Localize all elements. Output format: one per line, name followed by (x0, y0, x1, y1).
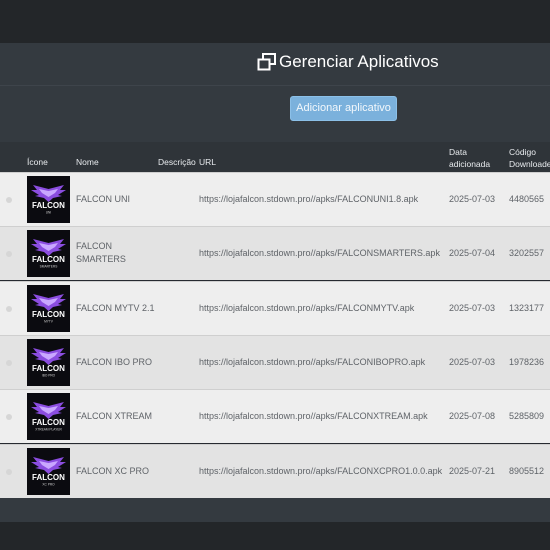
falcon-logo-icon: FALCON IBO PRO (27, 338, 70, 386)
logo-subtitle: UNI (46, 211, 52, 215)
downloader-code: 5285809 (509, 411, 545, 422)
downloader-code: 1323177 (509, 302, 545, 313)
row-select-marker[interactable] (6, 197, 12, 203)
table-footer (0, 498, 550, 522)
table-row[interactable]: FALCON XTREAM PLAYER FALCON XTREAM https://… (0, 389, 550, 444)
falcon-logo-icon: FALCON XC PRO (27, 447, 70, 495)
logo-word: FALCON (32, 255, 65, 264)
date-added: 2025-07-08 (449, 411, 496, 422)
falcon-logo-icon: FALCON MYTV (27, 284, 70, 332)
bottom-band (0, 522, 550, 550)
header-divider (0, 85, 550, 86)
table-row[interactable]: FALCON MYTV FALCON MYTV 2.1 https://lojafal… (0, 280, 550, 335)
logo-subtitle: XTREAM PLAYER (35, 428, 62, 432)
falcon-logo-icon: FALCON SMARTERS (27, 230, 70, 278)
downloader-code: 3202557 (509, 248, 545, 259)
falcon-logo-icon: FALCON UNI (27, 176, 70, 223)
column-header-url[interactable]: URL (199, 156, 216, 168)
column-header-name[interactable]: Nome (76, 156, 99, 168)
logo-subtitle: IBO PRO (42, 373, 56, 377)
row-select-marker[interactable] (6, 251, 12, 258)
logo-word: FALCON (32, 201, 65, 210)
logo-subtitle: XC PRO (42, 482, 55, 486)
logo-subtitle: MYTV (44, 319, 54, 323)
date-added: 2025-07-03 (449, 302, 496, 313)
top-band (0, 0, 550, 43)
date-added: 2025-07-04 (449, 248, 496, 259)
logo-word: FALCON (32, 364, 65, 373)
table-row[interactable]: FALCON XC PRO FALCON XC PRO https://lojafal… (0, 443, 550, 498)
downloader-code: 8905512 (509, 465, 545, 476)
column-header-icon[interactable]: Ícone (27, 156, 48, 168)
app-name: FALCON XTREAM (76, 411, 153, 422)
downloader-code: 4480565 (509, 194, 545, 204)
add-app-button[interactable]: Adicionar aplicativo (290, 96, 397, 121)
page-title-group: Gerenciar Aplicativos (257, 51, 439, 73)
column-header-description[interactable]: Descrição (158, 156, 196, 168)
page-title: Gerenciar Aplicativos (279, 52, 439, 71)
column-header-date[interactable]: Data adicionada (449, 146, 490, 170)
row-select-marker[interactable] (6, 468, 12, 475)
app-url-link[interactable]: https://lojafalcon.stdown.pro//apks/FALC… (199, 356, 425, 369)
row-select-marker[interactable] (6, 414, 12, 421)
app-url-link[interactable]: https://lojafalcon.stdown.pro//apks/FALC… (199, 302, 414, 315)
app-url-link[interactable]: https://lojafalcon.stdown.pro//apks/FALC… (199, 193, 418, 206)
table-header: Ícone Nome Descrição URL Data adicionada… (0, 142, 550, 172)
app-url-link[interactable]: https://lojafalcon.stdown.pro//apks/FALC… (199, 465, 442, 478)
app-name: FALCON XC PRO (76, 465, 150, 476)
app-url-link[interactable]: https://lojafalcon.stdown.pro//apks/FALC… (199, 247, 440, 260)
app-name: FALCON IBO PRO (76, 356, 153, 367)
date-added: 2025-07-21 (449, 465, 496, 476)
table-row[interactable]: FALCON UNI FALCON UNI https://lojafalcon.st… (0, 172, 550, 226)
logo-word: FALCON (32, 310, 65, 319)
date-added: 2025-07-03 (449, 356, 496, 367)
date-added: 2025-07-03 (449, 194, 496, 204)
app-name: FALCON UNI (76, 194, 131, 204)
logo-word: FALCON (32, 418, 65, 427)
downloader-code: 1978236 (509, 356, 545, 367)
table-row[interactable]: FALCON IBO PRO FALCON IBO PRO https://lojaf… (0, 334, 550, 389)
row-select-marker[interactable] (6, 305, 12, 312)
logo-word: FALCON (32, 473, 65, 482)
app-url-link[interactable]: https://lojafalcon.stdown.pro//apks/FALC… (199, 410, 428, 423)
row-select-marker[interactable] (6, 359, 12, 366)
logo-subtitle: SMARTERS (40, 265, 58, 269)
app-name: FALCON SMARTERS (76, 241, 126, 265)
app-name: FALCON MYTV 2.1 (76, 302, 155, 313)
window-restore-icon (257, 53, 276, 71)
falcon-logo-icon: FALCON XTREAM PLAYER (27, 393, 70, 441)
column-header-code[interactable]: Código Downloader (509, 146, 550, 170)
table-row[interactable]: FALCON SMARTERS FALCON SMARTERS https://loja… (0, 226, 550, 281)
